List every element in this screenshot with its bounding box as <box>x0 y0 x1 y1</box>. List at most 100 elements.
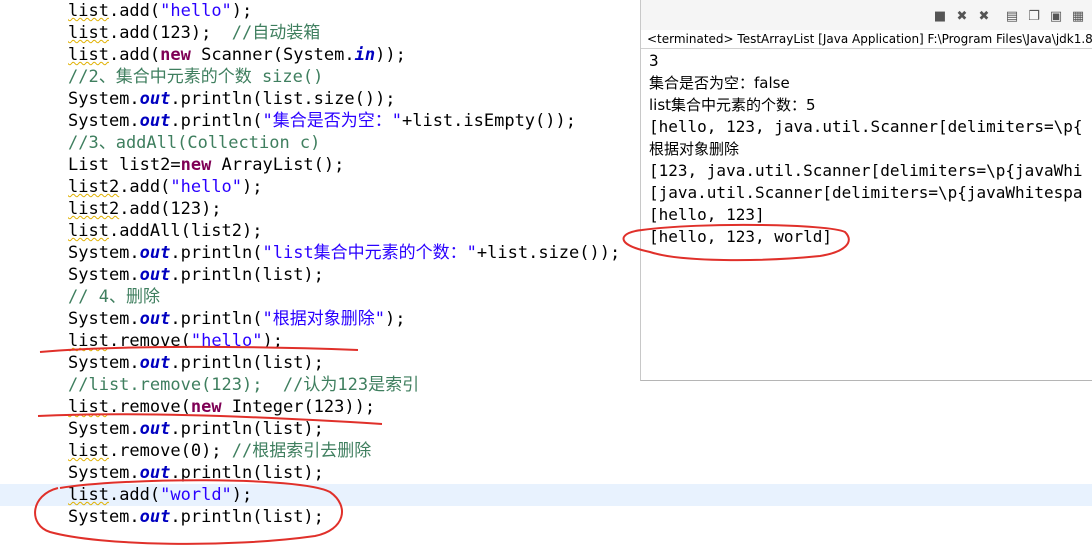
open-console-icon[interactable]: ▦ <box>1071 10 1085 24</box>
code-token: //list.remove(123); //认为123是索引 <box>68 375 420 395</box>
code-token: .println(list); <box>170 265 324 285</box>
code-token: "hello" <box>160 1 232 21</box>
console-output-line: [hello, 123, java.util.Scanner[delimiter… <box>649 117 1083 136</box>
code-token: ); <box>231 485 253 505</box>
console-output-line: list集合中元素的个数：5 <box>649 96 816 114</box>
code-token: list2 <box>68 199 120 219</box>
code-line[interactable]: list2.add("hello"); <box>68 176 263 198</box>
code-token: new <box>160 45 191 65</box>
code-token: //根据索引去删除 <box>231 441 372 461</box>
code-token: .println( <box>170 309 263 329</box>
code-line[interactable]: System.out.println(list.size()); <box>68 88 396 110</box>
code-token: out <box>139 463 171 483</box>
code-line[interactable]: list.add("world"); <box>68 484 252 506</box>
code-token: ArrayList(); <box>211 155 345 175</box>
code-token: System. <box>68 463 140 483</box>
console-view[interactable]: ■ ✖ ✖ ▤ ❐ ▣ ▦ <terminated> TestArrayList… <box>640 0 1092 381</box>
code-token: .addAll(list2); <box>108 221 263 241</box>
console-output-line: [hello, 123] <box>649 205 765 224</box>
code-line[interactable]: //3、addAll(Collection c) <box>68 132 320 154</box>
code-line[interactable]: System.out.println("list集合中元素的个数："+list.… <box>68 242 620 264</box>
code-token: Scanner(System. <box>190 45 355 65</box>
code-token: out <box>139 265 171 285</box>
code-line[interactable]: //2、集合中元素的个数 size() <box>68 66 323 88</box>
code-line[interactable]: list2.add(123); <box>68 198 222 220</box>
code-token: .println(list); <box>170 463 324 483</box>
code-token: System. <box>68 419 140 439</box>
code-line[interactable]: System.out.println(list); <box>68 418 324 440</box>
code-token: //2、集合中元素的个数 size() <box>68 67 324 87</box>
code-token: "list集合中元素的个数：" <box>262 243 477 263</box>
code-line[interactable]: //list.remove(123); //认为123是索引 <box>68 374 419 396</box>
code-token: System. <box>68 243 140 263</box>
code-token: "world" <box>160 485 232 505</box>
code-token: ); <box>262 331 283 351</box>
code-line[interactable]: list.add("hello"); <box>68 0 252 22</box>
code-token: System. <box>68 507 140 527</box>
code-token: Integer(123)); <box>221 397 376 417</box>
code-token: ); <box>384 309 406 329</box>
code-token: List list2= <box>68 155 181 175</box>
code-line[interactable]: // 4、删除 <box>68 286 160 308</box>
code-line[interactable]: System.out.println(list); <box>68 352 324 374</box>
code-token: .add( <box>108 1 161 21</box>
code-line[interactable]: list.addAll(list2); <box>68 220 262 242</box>
code-token: new <box>180 155 212 175</box>
code-token: .println( <box>170 111 263 131</box>
copy-icon[interactable]: ❐ <box>1027 10 1041 24</box>
code-token: .println(list); <box>170 353 324 373</box>
remove-all-icon[interactable]: ✖ <box>977 10 991 24</box>
code-token: ); <box>242 177 263 197</box>
code-token: .remove( <box>108 331 191 351</box>
console-separator <box>641 48 1092 49</box>
code-token: System. <box>68 309 140 329</box>
code-token: out <box>139 353 171 373</box>
code-line[interactable]: System.out.println(list); <box>68 462 324 484</box>
code-token: .println(list); <box>170 419 324 439</box>
code-line[interactable]: list.remove(0); //根据索引去删除 <box>68 440 371 462</box>
code-token: "集合是否为空：" <box>262 111 402 131</box>
console-output-line: [123, java.util.Scanner[delimiters=\p{ja… <box>649 161 1083 180</box>
code-token: // 4、删除 <box>68 287 160 307</box>
code-token: System. <box>68 111 140 131</box>
code-line[interactable]: System.out.println(list); <box>68 264 324 286</box>
remove-launch-icon[interactable]: ✖ <box>955 10 969 24</box>
code-line[interactable]: System.out.println(list); <box>68 506 324 528</box>
code-line[interactable]: list.add(new Scanner(System.in)); <box>68 44 406 66</box>
terminate-icon[interactable]: ■ <box>933 10 947 24</box>
console-output-line: 根据对象删除 <box>649 140 740 158</box>
code-token: out <box>139 507 171 527</box>
code-token: //3、addAll(Collection c) <box>68 133 321 153</box>
code-token: //自动装箱 <box>231 23 321 43</box>
code-token: list <box>68 397 109 417</box>
code-token: ); <box>231 1 253 21</box>
console-launch-header: <terminated> TestArrayList [Java Applica… <box>647 32 1092 46</box>
code-token: list <box>68 23 109 43</box>
code-token: list2 <box>68 177 120 197</box>
code-token: .println(list.size()); <box>170 89 396 109</box>
code-token: .add(123); <box>108 23 232 43</box>
code-token: .println( <box>170 243 263 263</box>
console-toolbar: ■ ✖ ✖ ▤ ❐ ▣ ▦ <box>641 0 1092 30</box>
code-token: list <box>68 1 109 21</box>
code-line[interactable]: list.add(123); //自动装箱 <box>68 22 320 44</box>
code-token: list <box>68 441 109 461</box>
scroll-lock-icon[interactable]: ▤ <box>1005 10 1019 24</box>
code-token: out <box>139 243 171 263</box>
code-token: list <box>68 45 109 65</box>
code-line[interactable]: list.remove("hello"); <box>68 330 283 352</box>
code-line[interactable]: List list2=new ArrayList(); <box>68 154 344 176</box>
code-token: list <box>68 485 109 505</box>
code-line[interactable]: System.out.println("根据对象删除"); <box>68 308 405 330</box>
code-token: .remove( <box>108 397 191 417</box>
code-token: .println(list); <box>170 507 324 527</box>
code-token: .add(123); <box>119 199 222 219</box>
code-token: out <box>139 309 171 329</box>
code-token: "hello" <box>190 331 263 351</box>
code-token: +list.isEmpty()); <box>401 111 576 131</box>
code-line[interactable]: list.remove(new Integer(123)); <box>68 396 375 418</box>
console-output-line: 集合是否为空：false <box>649 74 790 92</box>
code-line[interactable]: System.out.println("集合是否为空："+list.isEmpt… <box>68 110 576 132</box>
pin-icon[interactable]: ▣ <box>1049 10 1063 24</box>
code-token: .add( <box>108 485 161 505</box>
